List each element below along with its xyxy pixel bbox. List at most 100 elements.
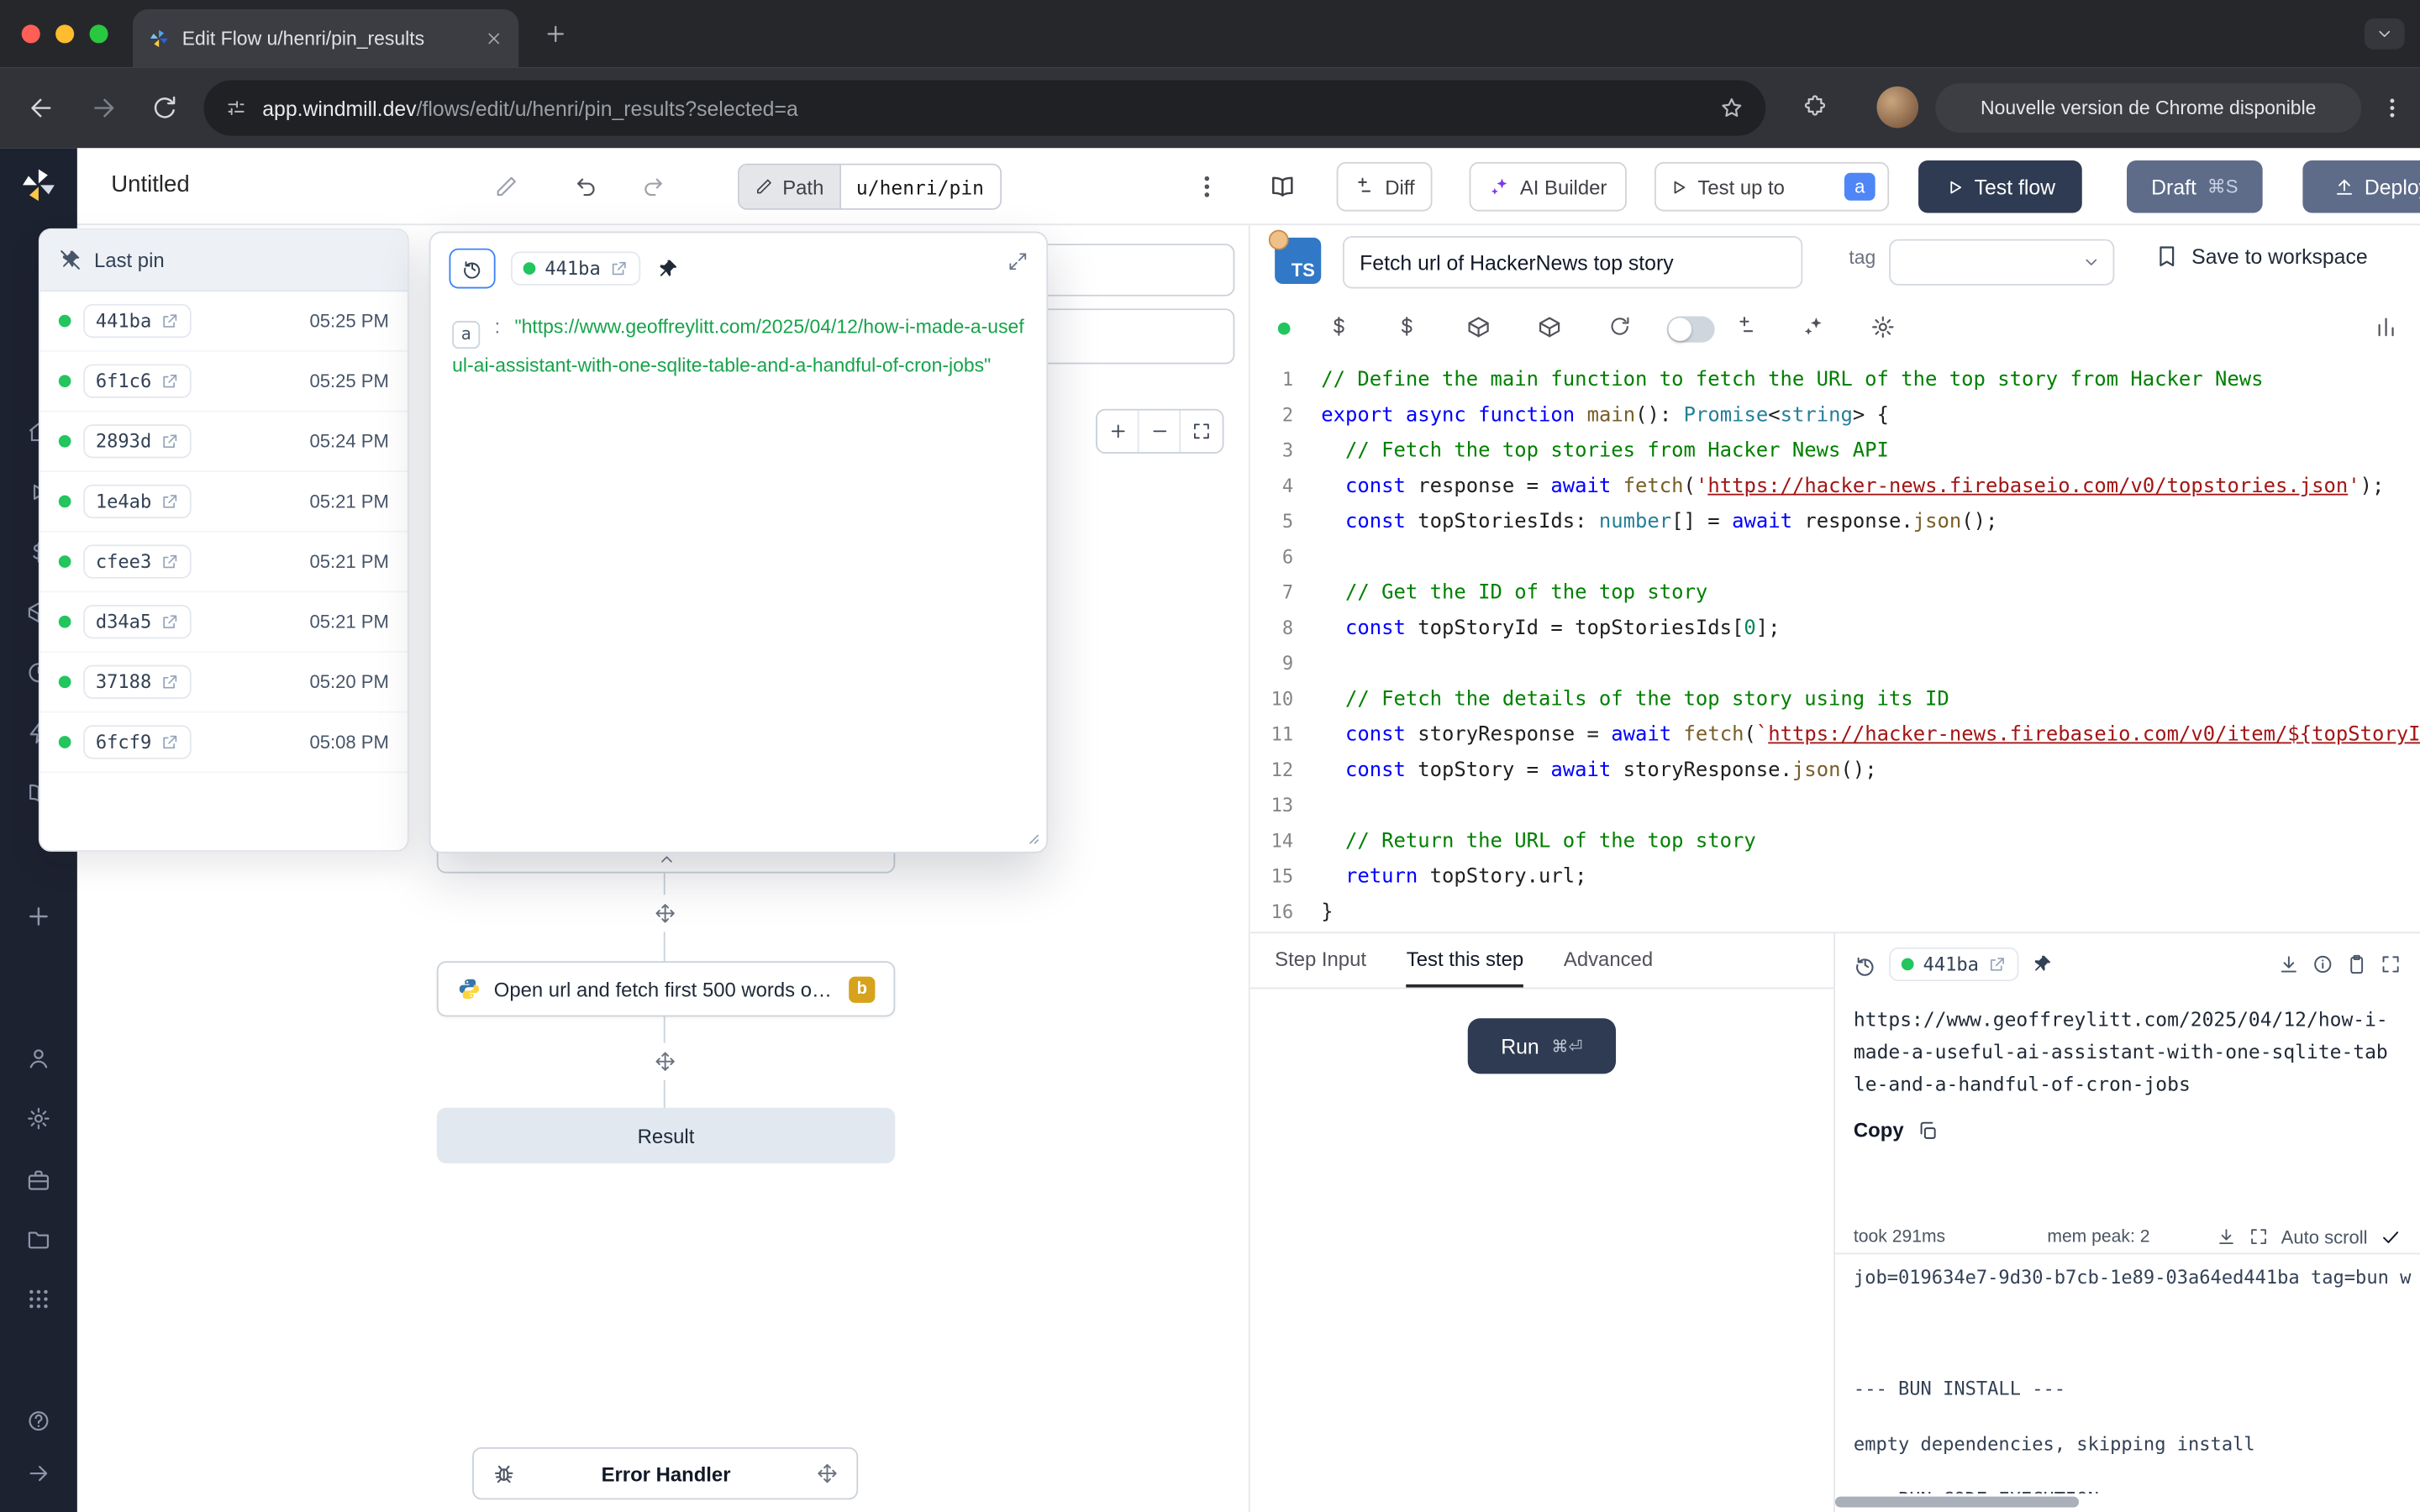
extensions-icon[interactable] [1802, 94, 1827, 118]
add-step-button[interactable] [647, 1043, 684, 1080]
variables-icon[interactable] [1328, 315, 1351, 339]
bookmark-star-icon[interactable] [1719, 96, 1744, 120]
test-up-to-button[interactable]: Test up to a [1655, 162, 1889, 212]
browser-menu-icon[interactable] [2380, 96, 2404, 120]
more-options-icon[interactable] [1193, 173, 1221, 201]
step-summary-input[interactable] [1343, 236, 1802, 288]
last-pin-row[interactable]: d34a5 05:21 PM [40, 592, 408, 653]
flow-node-result[interactable]: Result [437, 1108, 896, 1163]
ai-builder-button[interactable]: AI Builder [1470, 162, 1627, 212]
ai-assistant-icon[interactable] [1802, 315, 1826, 339]
resources-icon[interactable] [1395, 315, 1418, 339]
external-link-icon[interactable] [610, 260, 629, 278]
zoom-in-button[interactable] [1097, 411, 1139, 453]
last-pin-row[interactable]: cfee3 05:21 PM [40, 533, 408, 593]
sidebar-item-folders[interactable] [26, 1226, 50, 1251]
tab-close-icon[interactable] [485, 29, 503, 48]
pin-icon[interactable] [2031, 953, 2053, 975]
editor-toggle[interactable] [1667, 317, 1715, 343]
browser-tab[interactable]: Edit Flow u/henri/pin_results [133, 9, 518, 68]
history-icon[interactable] [1854, 953, 1877, 976]
run-id-chip[interactable]: 441ba [83, 304, 192, 338]
download-logs-icon[interactable] [2216, 1226, 2236, 1247]
last-pin-row[interactable]: 37188 05:20 PM [40, 653, 408, 713]
reload-script-icon[interactable] [1608, 315, 1632, 339]
clipboard-icon[interactable] [2346, 953, 2368, 975]
edit-name-icon[interactable] [494, 175, 518, 199]
run-id-chip[interactable]: 441ba [1889, 948, 2019, 981]
history-button[interactable] [449, 249, 495, 289]
path-control[interactable]: Path u/henri/pin [738, 164, 1001, 210]
diff-mode-icon[interactable] [1734, 315, 1758, 339]
expand-icon[interactable] [1007, 251, 1028, 271]
sidebar-item-account[interactable] [26, 1046, 50, 1070]
test-flow-button[interactable]: Test flow [1918, 160, 2082, 213]
code-editor[interactable]: 1// Define the main function to fetch th… [1250, 358, 2420, 932]
run-button[interactable]: Run⌘⏎ [1468, 1018, 1616, 1074]
editor-settings-icon[interactable] [1870, 315, 1895, 339]
pin-icon[interactable] [656, 257, 680, 281]
external-link-icon[interactable] [1988, 955, 2007, 974]
run-id-chip[interactable]: 6f1c6 [83, 364, 192, 397]
fullscreen-icon[interactable] [2380, 953, 2402, 975]
run-id-chip[interactable]: cfee3 [83, 544, 192, 578]
window-close-button[interactable] [22, 24, 40, 43]
sidebar-item-apps[interactable] [26, 1287, 50, 1311]
unpin-icon[interactable] [59, 249, 82, 272]
flow-name[interactable]: Untitled [111, 171, 189, 197]
window-zoom-button[interactable] [90, 24, 108, 43]
sidebar-item-workers[interactable] [26, 1168, 50, 1192]
docs-icon[interactable] [1269, 173, 1297, 201]
chrome-update-chip[interactable]: Nouvelle version de Chrome disponible [1935, 83, 2361, 133]
window-minimize-button[interactable] [55, 24, 74, 43]
lockfile-icon[interactable] [1537, 315, 1561, 339]
tag-select[interactable] [1889, 239, 2114, 286]
last-pin-row[interactable]: 2893d 05:24 PM [40, 412, 408, 472]
run-id-chip[interactable]: d34a5 [83, 605, 192, 638]
tab-step-input[interactable]: Step Input [1275, 933, 1366, 987]
horizontal-scrollbar[interactable] [1835, 1497, 2079, 1508]
add-error-step-icon[interactable] [817, 1462, 839, 1484]
expand-logs-icon[interactable] [2249, 1226, 2269, 1247]
back-button[interactable] [28, 94, 55, 122]
forward-button[interactable] [90, 94, 118, 122]
run-id-chip[interactable]: 37188 [83, 665, 192, 699]
zoom-out-button[interactable] [1139, 411, 1181, 453]
info-icon[interactable] [2312, 953, 2333, 975]
reload-button[interactable] [150, 94, 177, 122]
last-pin-row[interactable]: 1e4ab 05:21 PM [40, 472, 408, 533]
dependencies-icon[interactable] [1466, 315, 1491, 339]
sidebar-help-button[interactable] [26, 1409, 50, 1433]
undo-button[interactable] [574, 175, 598, 199]
run-id-chip[interactable]: 6fcf9 [83, 725, 192, 759]
address-bar[interactable]: app.windmill.dev/flows/edit/u/henri/pin_… [203, 81, 1765, 136]
site-settings-icon[interactable] [225, 97, 247, 119]
copy-result-button[interactable]: Copy [1854, 1119, 2402, 1142]
sidebar-expand-button[interactable] [26, 1461, 50, 1485]
run-id-chip[interactable]: 2893d [83, 424, 192, 458]
tab-advanced[interactable]: Advanced [1564, 933, 1653, 987]
download-icon[interactable] [2278, 953, 2300, 975]
profile-avatar[interactable] [1876, 87, 1918, 129]
deploy-button[interactable]: Deploy [2302, 160, 2420, 213]
auto-scroll-checkbox[interactable] [2380, 1226, 2402, 1247]
last-pin-row[interactable]: 6fcf9 05:08 PM [40, 713, 408, 774]
resize-handle-icon[interactable] [1022, 827, 1040, 845]
flow-node-step[interactable]: Open url and fetch first 500 words of ..… [437, 961, 896, 1016]
sidebar-add-button[interactable] [24, 902, 52, 930]
diff-button[interactable]: Diff [1337, 162, 1433, 212]
tab-test-this-step[interactable]: Test this step [1407, 933, 1523, 987]
sidebar-item-settings[interactable] [26, 1106, 50, 1131]
windmill-logo-icon[interactable] [18, 165, 59, 206]
redo-button[interactable] [640, 175, 665, 199]
run-id-chip[interactable]: 441ba [511, 251, 641, 285]
flow-node-error-handler[interactable]: Error Handler [472, 1447, 858, 1499]
zoom-fit-button[interactable] [1181, 411, 1223, 453]
last-pin-row[interactable]: 6f1c6 05:25 PM [40, 352, 408, 412]
new-tab-button[interactable] [544, 22, 568, 46]
log-output[interactable]: job=019634e7-9d30-b7cb-1e89-03a64ed441ba… [1854, 1263, 2420, 1494]
run-id-chip[interactable]: 1e4ab [83, 485, 192, 518]
save-to-workspace-button[interactable]: Save to workspace [2154, 244, 2368, 268]
add-step-button[interactable] [647, 895, 684, 932]
tab-search-button[interactable] [2365, 18, 2405, 50]
